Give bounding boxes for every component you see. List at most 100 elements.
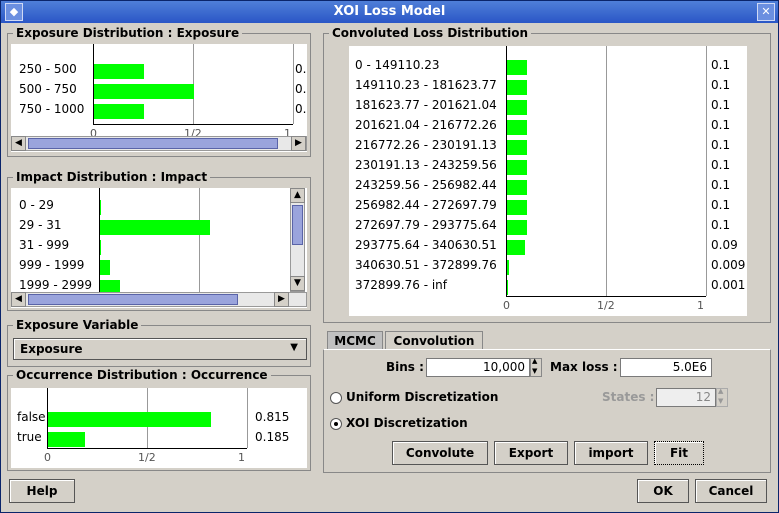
uniform-radio[interactable]: [330, 392, 342, 404]
row-label: 201621.04 - 216772.26: [355, 118, 497, 132]
row-value: 0.009: [711, 258, 746, 272]
data-bar: [507, 80, 527, 95]
max-loss-input[interactable]: 5.0E6: [620, 358, 712, 377]
data-bar: [100, 220, 210, 235]
row-label: 256982.44 - 272697.79: [355, 198, 497, 212]
scroll-right-icon[interactable]: ▶: [274, 292, 289, 307]
row-label: 243259.56 - 256982.44: [355, 178, 497, 192]
chart-gridline: [706, 46, 707, 296]
row-label: false: [17, 410, 46, 424]
row-value: 0.1: [711, 58, 731, 72]
row-label: 293775.64 - 340630.51: [355, 238, 497, 252]
export-button[interactable]: Export: [494, 441, 568, 465]
convoluted-panel-title: Convoluted Loss Distribution: [329, 26, 532, 40]
x-tick-label: 0: [44, 451, 51, 464]
data-bar: [48, 432, 85, 447]
row-value: 0.1: [711, 198, 731, 212]
impact-vscrollbar[interactable]: ▲ ▼: [290, 188, 305, 292]
exposure-variable-panel: Exposure Variable Exposure ▼: [7, 318, 311, 367]
scroll-down-icon[interactable]: ▼: [290, 276, 305, 291]
tab-mcmc[interactable]: MCMC: [327, 331, 383, 350]
data-bar: [100, 240, 101, 255]
close-icon[interactable]: ✕: [757, 3, 775, 21]
data-bar: [94, 64, 144, 79]
chart-gridline: [247, 388, 248, 448]
states-input[interactable]: 12: [656, 388, 716, 407]
row-value: 0.: [295, 62, 307, 76]
exposure-variable-select[interactable]: Exposure ▼: [13, 338, 307, 360]
exposure-hscrollbar[interactable]: ◀ ▶: [11, 136, 307, 151]
exposure-panel-title: Exposure Distribution : Exposure: [13, 26, 243, 40]
spin-up-icon[interactable]: ▲: [532, 357, 537, 365]
data-bar: [507, 200, 527, 215]
impact-vscroll-thumb[interactable]: [292, 205, 303, 245]
data-bar: [507, 220, 527, 235]
scroll-up-icon[interactable]: ▲: [290, 188, 305, 203]
row-value: 0.1: [711, 98, 731, 112]
data-bar: [507, 240, 525, 255]
convoluted-loss-panel: Convoluted Loss Distribution 0 - 149110.…: [323, 26, 771, 323]
exposure-variable-value: Exposure: [20, 342, 83, 356]
row-value: 0.09: [711, 238, 738, 252]
bins-spinner[interactable]: ▲ ▼: [530, 357, 542, 377]
impact-chart: 0 - 29 29 - 31 31 - 999 999 - 1999 1999 - 29…: [11, 188, 307, 308]
spin-down-icon[interactable]: ▼: [532, 367, 537, 375]
spin-down-icon[interactable]: ▼: [718, 397, 723, 405]
data-bar: [507, 180, 527, 195]
occurrence-chart: false 0.815 true 0.185 0 1/2 1: [11, 388, 307, 468]
row-label: 1999 - 2999: [19, 278, 93, 292]
cancel-button[interactable]: Cancel: [695, 479, 767, 503]
row-label: 340630.51 - 372899.76: [355, 258, 497, 272]
row-label: 250 - 500: [19, 62, 77, 76]
data-bar: [100, 260, 110, 275]
data-bar: [94, 104, 144, 119]
row-label: 0 - 29: [19, 198, 54, 212]
tab-convolution[interactable]: Convolution: [385, 331, 483, 350]
import-button[interactable]: import: [574, 441, 648, 465]
exposure-scroll-thumb[interactable]: [28, 138, 278, 149]
row-label: 999 - 1999: [19, 258, 85, 272]
convolute-button[interactable]: Convolute: [392, 441, 488, 465]
xoi-radio[interactable]: [330, 418, 342, 430]
scroll-left-icon[interactable]: ◀: [11, 292, 26, 307]
row-value: 0.1: [711, 178, 731, 192]
impact-distribution-panel: Impact Distribution : Impact 0 - 29 29 - …: [7, 170, 311, 311]
states-spinner[interactable]: ▲ ▼: [716, 387, 728, 407]
x-tick-label: 1: [697, 299, 704, 312]
max-loss-label: Max loss :: [550, 360, 618, 374]
x-tick-label: 0: [503, 299, 510, 312]
convoluted-chart: 0 - 149110.23 0.1 149110.23 - 181623.77 0.1…: [349, 46, 747, 316]
chart-x-axis: [506, 296, 706, 297]
x-tick-label: 1/2: [597, 299, 615, 312]
xoi-label[interactable]: XOI Discretization: [346, 416, 468, 430]
row-value: 0.1: [711, 78, 731, 92]
row-label: 500 - 750: [19, 82, 77, 96]
occurrence-distribution-panel: Occurrence Distribution : Occurrence fal…: [7, 368, 311, 471]
row-label: 181623.77 - 201621.04: [355, 98, 497, 112]
title-bar[interactable]: ◆ XOI Loss Model ✕: [1, 1, 778, 23]
bins-input[interactable]: 10,000: [426, 358, 530, 377]
chart-gridline: [199, 188, 200, 292]
spin-up-icon[interactable]: ▲: [718, 387, 723, 395]
data-bar: [507, 100, 527, 115]
data-bar: [507, 120, 527, 135]
row-label: 149110.23 - 181623.77: [355, 78, 497, 92]
occurrence-panel-title: Occurrence Distribution : Occurrence: [13, 368, 271, 382]
exposure-chart: 250 - 500 0. 500 - 750 0. 750 - 1000 0. 0 1/2 1 …: [11, 44, 307, 152]
data-bar: [94, 84, 194, 99]
help-button[interactable]: Help: [9, 479, 75, 503]
x-tick-label: 1: [238, 451, 245, 464]
ok-button[interactable]: OK: [637, 479, 689, 503]
row-label: 31 - 999: [19, 238, 70, 252]
uniform-label[interactable]: Uniform Discretization: [346, 390, 498, 404]
row-value: 0.1: [711, 138, 731, 152]
window-title: XOI Loss Model: [333, 4, 446, 19]
data-bar: [507, 280, 508, 295]
impact-scroll-thumb[interactable]: [28, 294, 238, 305]
impact-hscrollbar[interactable]: ◀ ▶: [11, 292, 307, 307]
convolution-tab-panel: Bins : 10,000 ▲ ▼ Max loss : 5.0E6 Unifo…: [323, 349, 771, 473]
scroll-right-icon[interactable]: ▶: [291, 136, 306, 151]
scroll-left-icon[interactable]: ◀: [11, 136, 26, 151]
row-value: 0.: [295, 82, 307, 96]
fit-button[interactable]: Fit: [654, 441, 704, 465]
